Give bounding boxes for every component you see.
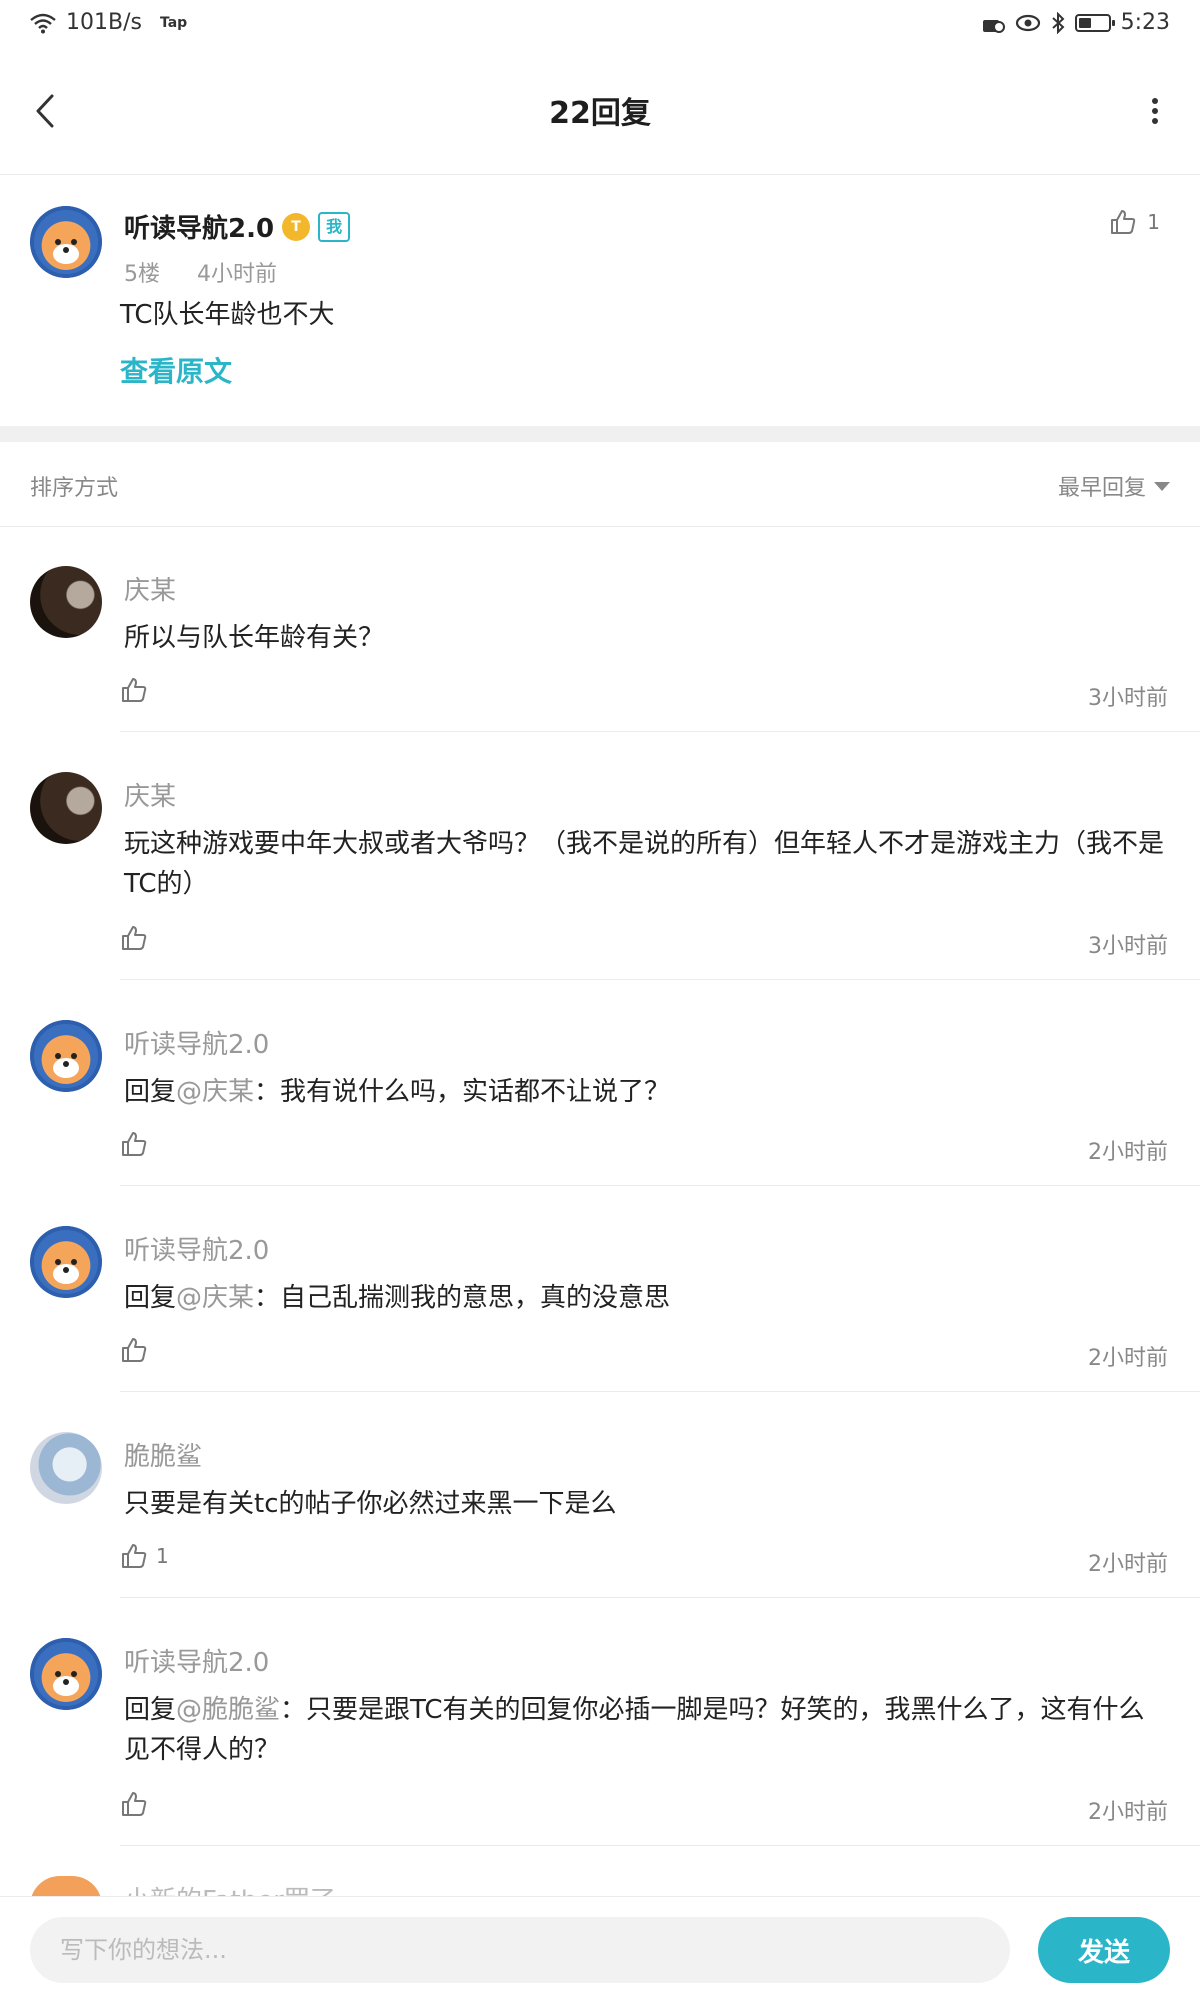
reply-avatar[interactable] xyxy=(30,1432,102,1504)
reply-item: 听读导航2.0 回复@庆某：自己乱揣测我的意思，真的没意思 2小时前 xyxy=(0,1186,1200,1392)
reply-mention[interactable]: @庆某 xyxy=(176,1283,254,1313)
reply-item: 听读导航2.0 回复@庆某：我有说什么吗，实话都不让说了？ 2小时前 xyxy=(0,980,1200,1186)
caret-down-icon xyxy=(1154,481,1170,491)
tap-indicator: Tap xyxy=(159,14,188,31)
send-button[interactable]: 发送 xyxy=(1038,1917,1170,1983)
reply-item: 脆脆鲨 只要是有关tc的帖子你必然过来黑一下是么 1 2小时前 xyxy=(0,1392,1200,1598)
reply-content: ：我有说什么吗，实话都不让说了？ xyxy=(254,1077,671,1107)
reply-text: 回复@庆某：自己乱揣测我的意思，真的没意思 xyxy=(124,1278,1164,1318)
reply-item: 听读导航2.0 回复@脆脆鲨：只要是跟TC有关的回复你必插一脚是吗？好笑的，我黑… xyxy=(0,1598,1200,1846)
thumbs-up-icon xyxy=(122,926,147,950)
thumbs-up-icon xyxy=(122,1544,147,1568)
reply-author[interactable]: 听读导航2.0 xyxy=(124,1230,269,1267)
floor-number: 5楼 xyxy=(124,262,160,287)
reply-like-button[interactable] xyxy=(120,1790,156,1818)
reply-text: 回复@脆脆鲨：只要是跟TC有关的回复你必插一脚是吗？好笑的，我黑什么了，这有什么… xyxy=(124,1690,1164,1770)
reply-content: 所以与队长年龄有关？ xyxy=(124,623,385,653)
reply-like-button[interactable] xyxy=(120,924,156,952)
divider xyxy=(120,1845,1200,1846)
comment-composer: 发送 xyxy=(0,1896,1200,2001)
net-speed: 101B/s xyxy=(66,10,142,35)
sort-dropdown[interactable]: 最早回复 xyxy=(1058,470,1170,502)
page-title: 22回复 xyxy=(549,96,651,131)
reply-text: 所以与队长年龄有关？ xyxy=(124,618,1164,658)
dog-avatar-icon xyxy=(30,1020,102,1092)
alarm-icon xyxy=(982,19,1005,33)
reply-author[interactable]: 庆某 xyxy=(124,570,176,607)
reply-item: 庆某 玩这种游戏要中年大叔或者大爷吗？（我不是说的所有）但年轻人不才是游戏主力（… xyxy=(0,732,1200,980)
reply-avatar[interactable] xyxy=(30,1638,102,1710)
sort-value: 最早回复 xyxy=(1057,476,1146,501)
reply-content: 玩这种游戏要中年大叔或者大爷吗？（我不是说的所有）但年轻人不才是游戏主力（我不是… xyxy=(124,829,1165,899)
reply-time: 2小时前 xyxy=(1088,1140,1168,1165)
more-vertical-icon xyxy=(1152,98,1158,124)
battery-icon xyxy=(1074,13,1115,32)
top-nav-bar: 22回复 xyxy=(0,48,1200,175)
thumbs-up-icon xyxy=(1111,210,1136,234)
section-separator xyxy=(0,426,1200,442)
original-post-meta: 5楼 4小时前 xyxy=(124,256,307,288)
more-options-button[interactable] xyxy=(1130,86,1180,136)
reply-time: 3小时前 xyxy=(1088,934,1168,959)
reply-like-button[interactable] xyxy=(120,676,156,704)
reply-avatar[interactable] xyxy=(30,566,102,638)
reply-avatar[interactable] xyxy=(30,772,102,844)
original-post-avatar[interactable] xyxy=(30,206,102,278)
wifi-icon xyxy=(30,13,56,33)
coin-badge-icon: T xyxy=(282,212,311,241)
reply-prefix: 回复 xyxy=(124,1695,177,1725)
thumbs-up-icon xyxy=(122,678,147,702)
reply-prefix: 回复 xyxy=(124,1077,177,1107)
reply-item: 庆某 所以与队长年龄有关？ 3小时前 xyxy=(0,526,1200,732)
author-name: 听读导航2.0 xyxy=(124,214,275,244)
reply-time: 2小时前 xyxy=(1088,1800,1168,1825)
original-post-like-button[interactable]: 1 xyxy=(1109,208,1160,236)
dog-avatar-icon xyxy=(30,206,102,278)
bluetooth-icon xyxy=(1051,11,1065,34)
reply-avatar[interactable] xyxy=(30,1020,102,1092)
like-count: 1 xyxy=(1147,210,1160,234)
reply-like-count: 1 xyxy=(156,1544,169,1568)
reply-text: 玩这种游戏要中年大叔或者大爷吗？（我不是说的所有）但年轻人不才是游戏主力（我不是… xyxy=(124,824,1164,904)
reply-author[interactable]: 脆脆鲨 xyxy=(124,1436,202,1473)
status-bar: 101B/s Tap 5:23 xyxy=(0,0,1200,48)
reply-text: 回复@庆某：我有说什么吗，实话都不让说了？ xyxy=(124,1072,1164,1112)
reply-time: 2小时前 xyxy=(1088,1346,1168,1371)
eye-icon xyxy=(1015,14,1040,31)
thumbs-up-icon xyxy=(122,1132,147,1156)
reply-like-button[interactable]: 1 xyxy=(120,1542,169,1570)
comment-input[interactable] xyxy=(30,1917,1010,1983)
reply-mention[interactable]: @庆某 xyxy=(176,1077,254,1107)
reply-author[interactable]: 听读导航2.0 xyxy=(124,1642,269,1679)
reply-content: 只要是有关tc的帖子你必然过来黑一下是么 xyxy=(124,1489,617,1519)
reply-author[interactable]: 庆某 xyxy=(124,776,176,813)
original-post-author[interactable]: 听读导航2.0 T 我 xyxy=(124,208,351,245)
reply-content: ：自己乱揣测我的意思，真的没意思 xyxy=(254,1283,671,1313)
reply-mention[interactable]: @脆脆鲨 xyxy=(176,1695,280,1725)
reply-author[interactable]: 听读导航2.0 xyxy=(124,1024,269,1061)
me-badge: 我 xyxy=(318,211,351,242)
reply-text: 只要是有关tc的帖子你必然过来黑一下是么 xyxy=(124,1484,1164,1524)
thumbs-up-icon xyxy=(122,1338,147,1362)
original-post-content: TC队长年龄也不大 xyxy=(120,300,335,330)
reply-like-button[interactable] xyxy=(120,1130,156,1158)
reply-prefix: 回复 xyxy=(124,1283,177,1313)
status-left: 101B/s Tap xyxy=(30,10,187,35)
post-time: 4小时前 xyxy=(197,262,277,287)
view-original-link[interactable]: 查看原文 xyxy=(120,350,232,390)
reply-like-button[interactable] xyxy=(120,1336,156,1364)
sort-label: 排序方式 xyxy=(30,476,119,501)
reply-avatar[interactable] xyxy=(30,1226,102,1298)
dog-avatar-icon xyxy=(30,1638,102,1710)
reply-time: 2小时前 xyxy=(1088,1552,1168,1577)
status-right: 5:23 xyxy=(981,10,1170,35)
reply-time: 3小时前 xyxy=(1088,686,1168,711)
clock: 5:23 xyxy=(1120,10,1170,35)
dog-avatar-icon xyxy=(30,1226,102,1298)
thumbs-up-icon xyxy=(122,1792,147,1816)
sort-bar: 排序方式 最早回复 xyxy=(0,442,1200,527)
